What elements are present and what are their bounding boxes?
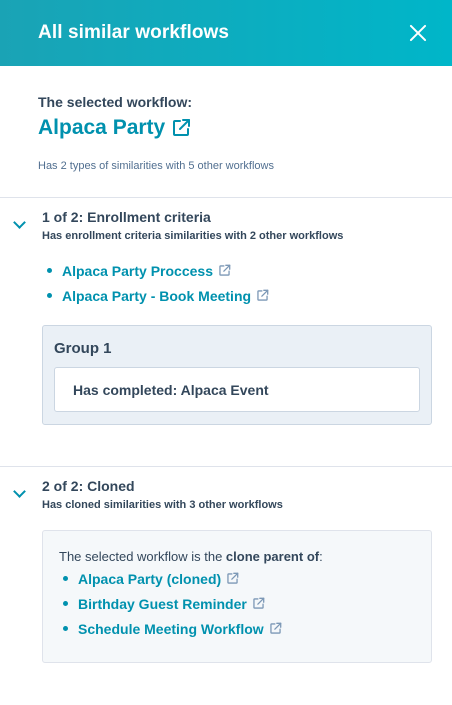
section-cloned: 2 of 2: Cloned Has cloned similarities w… — [0, 467, 452, 663]
external-link-icon[interactable] — [226, 572, 239, 585]
bullet — [63, 576, 68, 581]
clone-info-card: The selected workflow is the clone paren… — [42, 530, 432, 663]
similar-workflows-panel: All similar workflows The selected workf… — [0, 0, 452, 705]
selected-workflow-block: The selected workflow: Alpaca Party Has … — [0, 66, 452, 197]
section-title[interactable]: 2 of 2: Cloned — [42, 478, 432, 494]
workflow-link[interactable]: Birthday Guest Reminder — [78, 596, 247, 612]
panel-title: All similar workflows — [38, 22, 230, 43]
workflow-list: Alpaca Party (cloned) Birthday Guest Rem… — [63, 566, 431, 641]
external-link-icon[interactable] — [171, 118, 191, 138]
external-link-icon[interactable] — [269, 622, 282, 635]
external-link-icon[interactable] — [256, 289, 269, 302]
chevron-down-icon[interactable] — [13, 216, 26, 229]
bullet — [47, 268, 52, 273]
workflow-link[interactable]: Schedule Meeting Workflow — [78, 621, 264, 637]
clone-intro-bold: clone parent of — [225, 549, 320, 564]
section-title[interactable]: 1 of 2: Enrollment criteria — [42, 209, 432, 225]
chevron-down-icon[interactable] — [13, 485, 26, 498]
bullet — [63, 601, 68, 606]
list-item: Alpaca Party - Book Meeting — [47, 283, 432, 308]
section-enrollment-criteria: 1 of 2: Enrollment criteria Has enrollme… — [0, 198, 452, 466]
workflow-link[interactable]: Alpaca Party Proccess — [62, 263, 213, 279]
similarity-summary: Has 2 types of similarities with 5 other… — [38, 160, 274, 172]
workflow-link[interactable]: Alpaca Party (cloned) — [78, 571, 221, 587]
workflow-list: Alpaca Party Proccess Alpaca Party - Boo… — [47, 258, 432, 308]
bullet — [47, 293, 52, 298]
panel-header: All similar workflows — [0, 0, 452, 66]
workflow-link[interactable]: Alpaca Party - Book Meeting — [62, 288, 251, 304]
selected-workflow-label: The selected workflow: — [38, 94, 193, 110]
list-item: Alpaca Party Proccess — [47, 258, 432, 283]
close-icon[interactable] — [406, 21, 430, 45]
clone-intro-prefix: The selected workflow is the — [59, 549, 226, 564]
clone-intro-suffix: : — [319, 549, 323, 564]
enrollment-group-card: Group 1 Has completed: Alpaca Event — [42, 325, 432, 425]
group-title: Group 1 — [54, 340, 112, 357]
list-item: Alpaca Party (cloned) — [63, 566, 431, 591]
section-subtitle: Has enrollment criteria similarities wit… — [42, 230, 344, 242]
selected-workflow-link[interactable]: Alpaca Party — [38, 116, 414, 140]
group-filter: Has completed: Alpaca Event — [54, 367, 420, 412]
list-item: Schedule Meeting Workflow — [63, 616, 431, 641]
clone-intro: The selected workflow is the clone paren… — [59, 549, 431, 564]
section-subtitle: Has cloned similarities with 3 other wor… — [42, 499, 283, 511]
bullet — [63, 626, 68, 631]
external-link-icon[interactable] — [218, 264, 231, 277]
selected-workflow-name[interactable]: Alpaca Party — [38, 116, 165, 140]
list-item: Birthday Guest Reminder — [63, 591, 431, 616]
external-link-icon[interactable] — [252, 597, 265, 610]
